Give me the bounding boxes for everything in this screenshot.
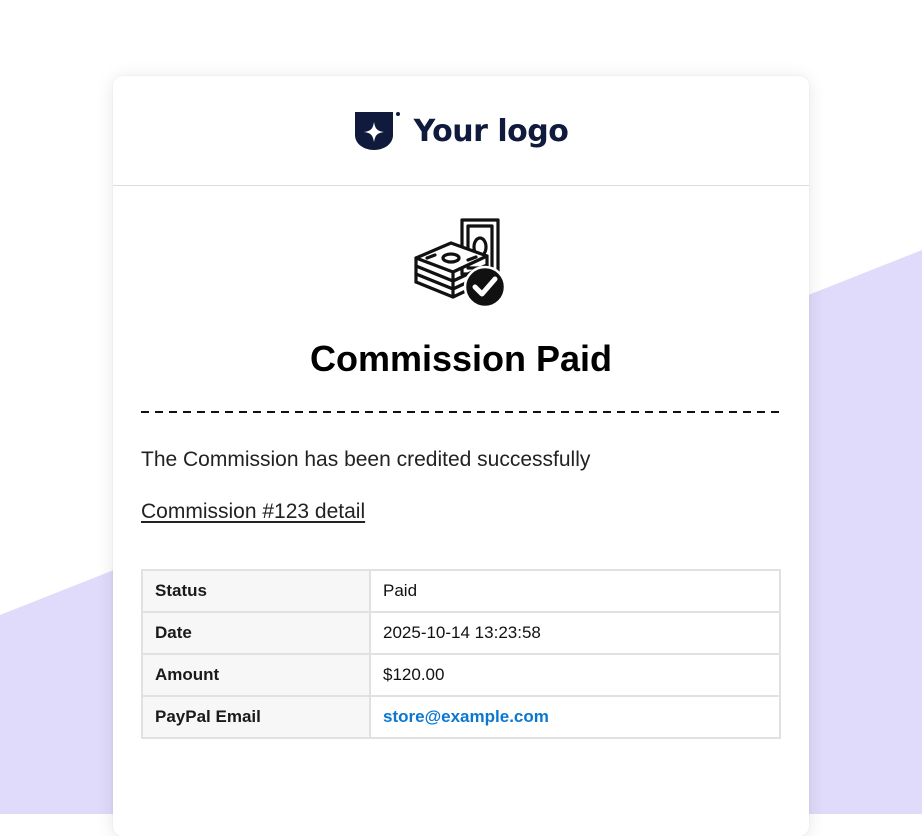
table-row: Date 2025-10-14 13:23:58 — [141, 611, 781, 655]
commission-detail-link[interactable]: Commission #123 detail — [141, 500, 365, 524]
commission-details-table: Status Paid Date 2025-10-14 13:23:58 Amo… — [141, 569, 781, 739]
money-stack-check-icon — [414, 218, 507, 309]
amount-value: $120.00 — [369, 653, 781, 697]
paypal-email-value: store@example.com — [369, 695, 781, 739]
date-label: Date — [141, 611, 371, 655]
table-row: Amount $120.00 — [141, 653, 781, 697]
shield-star-icon — [354, 112, 400, 150]
logo-text: Your logo — [413, 113, 569, 149]
date-value: 2025-10-14 13:23:58 — [369, 611, 781, 655]
brand-logo[interactable]: Your logo — [354, 111, 569, 151]
table-row: Status Paid — [141, 569, 781, 613]
status-label: Status — [141, 569, 371, 613]
status-value: Paid — [369, 569, 781, 613]
page-title: Commission Paid — [309, 338, 613, 379]
email-header: Your logo — [113, 76, 809, 186]
dashed-divider — [141, 411, 781, 413]
confirmation-message: The Commission has been credited success… — [141, 448, 591, 471]
paypal-email-link[interactable]: store@example.com — [383, 707, 549, 726]
amount-label: Amount — [141, 653, 371, 697]
table-row: PayPal Email store@example.com — [141, 695, 781, 739]
paypal-email-label: PayPal Email — [141, 695, 371, 739]
email-card: Your logo Commission Paid The Commission — [113, 76, 809, 836]
